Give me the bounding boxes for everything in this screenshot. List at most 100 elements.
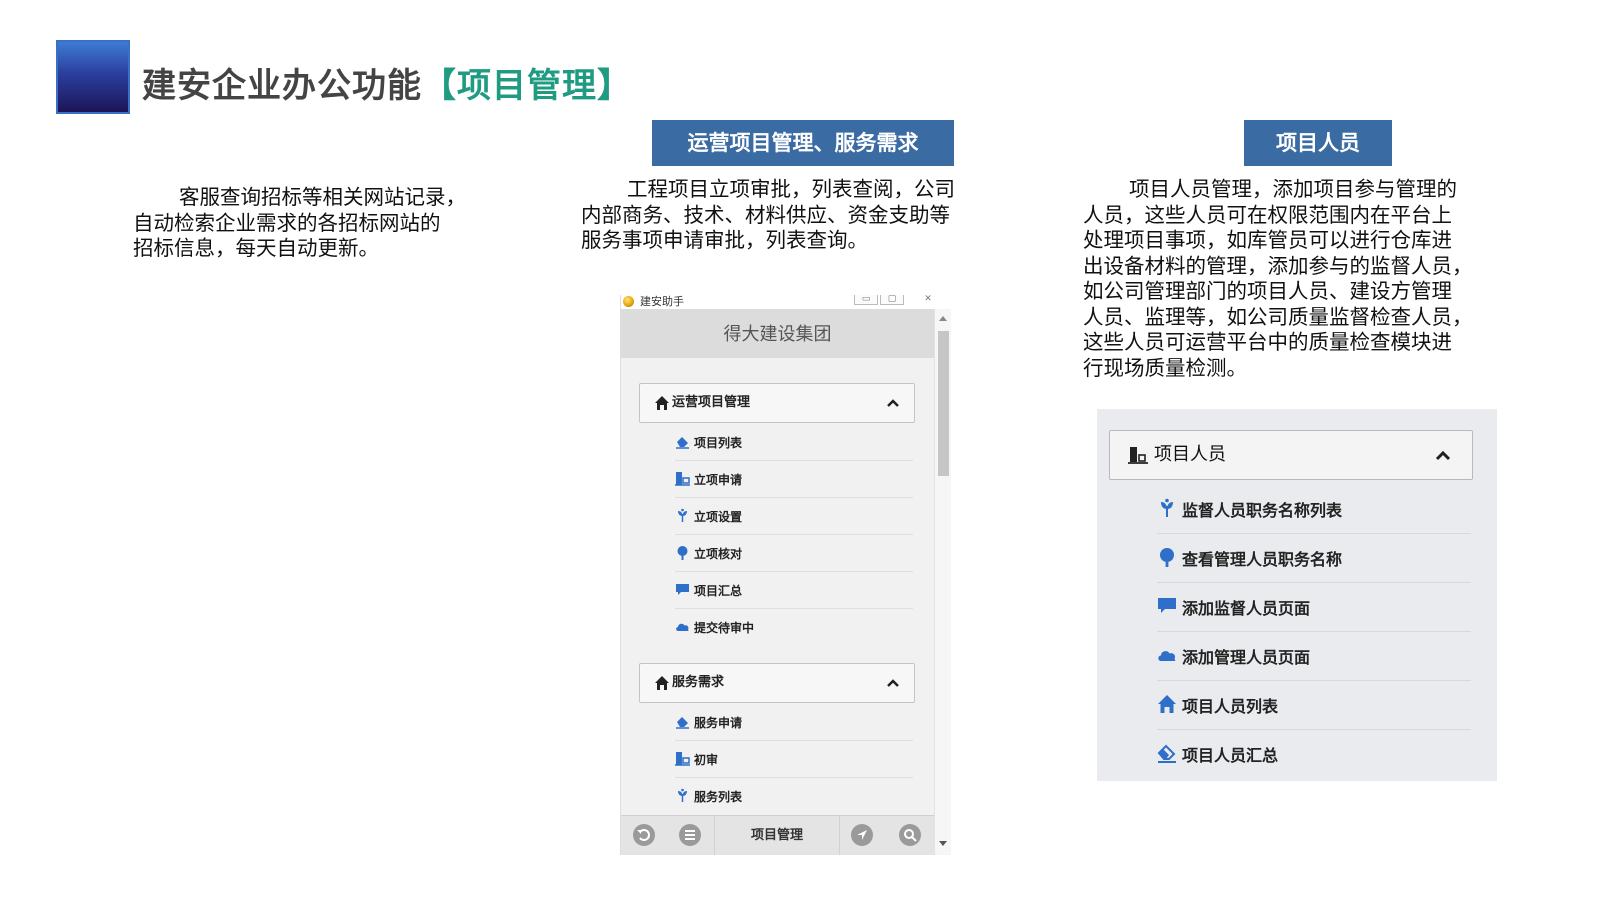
menu-item-project-list[interactable]: 项目列表 [675,424,913,461]
menu-item-label: 项目人员汇总 [1182,746,1279,765]
menu-item-label: 提交待审中 [694,621,755,635]
scroll-down-arrow-icon[interactable] [939,841,947,846]
menu-group-service[interactable]: 服务需求 [639,663,915,703]
chevron-up-icon [887,679,899,687]
home-icon [1158,695,1176,713]
menu-item-label: 立项申请 [694,473,743,487]
toolbar-divider [839,816,840,855]
close-icon[interactable]: ✕ [917,295,939,304]
menu-group-personnel[interactable]: 项目人员 [1109,430,1473,480]
menu-group-label: 服务需求 [672,675,725,690]
slide-title-accent: 【项目管理】 [422,66,632,106]
title-decoration-square [56,40,130,114]
scroll-up-arrow-icon[interactable] [939,316,947,321]
right-text-line: 如公司管理部门的项目人员、建设方管理 [1083,279,1452,303]
right-text-line: 出设备材料的管理，添加参与的监督人员， [1083,253,1473,278]
back-button[interactable] [633,824,655,846]
comment-icon [676,584,689,595]
menu-item-project-summary[interactable]: 项目汇总 [675,572,913,609]
menu-item-add-manager-page[interactable]: 添加管理人员页面 [1157,632,1471,681]
menu-item-project-application[interactable]: 立项申请 [675,461,913,498]
menu-item-personnel-summary[interactable]: 项目人员汇总 [1157,730,1471,778]
left-text-line: 客服查询招标等相关网站记录， [179,185,466,209]
scrollbar-thumb[interactable] [938,331,949,476]
right-description: 项目人员管理，添加项目参与管理的 人员，这些人员可在权限范围内在平台上 处理项目… [1083,177,1473,381]
chevron-up-icon [887,399,899,407]
right-text-line: 这些人员可运营平台中的质量检查模块进 [1083,330,1452,354]
menu-group-label: 项目人员 [1154,444,1226,465]
menu-item-label: 服务申请 [694,716,743,730]
vertical-scrollbar[interactable] [934,309,951,855]
app-header-company: 得大建设集团 [621,309,934,358]
bottom-toolbar: 项目管理 [621,815,934,855]
menu-item-personnel-list[interactable]: 项目人员列表 [1157,681,1471,730]
right-text-line: 行现场质量检测。 [1083,355,1247,380]
eraser-icon [676,437,689,449]
slide-title: 建安企业办公功能【项目管理】 [142,58,632,107]
slide-title-main: 建安企业办公功能 [142,66,422,106]
building-icon [1128,447,1148,464]
app-logo-icon [623,296,634,307]
left-description: 客服查询招标等相关网站记录， 自动检索企业需求的各招标网站的 招标信息，每天自动… [133,185,466,262]
location-arrow-icon [857,830,867,840]
maximize-icon[interactable]: ▢ [880,295,904,305]
eraser-icon [676,717,689,729]
search-icon [904,829,917,842]
eraser-icon [1157,744,1176,763]
menu-item-label: 查看管理人员职务名称 [1182,550,1343,569]
menu-item-first-review[interactable]: 初审 [675,741,913,778]
menu-item-service-list[interactable]: 服务列表 [675,778,913,814]
menu-item-label: 项目列表 [694,436,743,450]
home-icon [655,396,669,410]
tree-icon [1160,548,1174,567]
sprout-icon [1161,498,1173,517]
window-title: 建安助手 [640,295,684,308]
minimize-icon[interactable]: ▭ [854,295,878,305]
left-text-line: 招标信息，每天自动更新。 [133,236,379,260]
chevron-up-icon [1435,450,1451,461]
undo-icon [637,829,650,841]
sprout-icon [678,788,687,802]
toolbar-title: 项目管理 [750,828,803,843]
middle-text-line: 服务事项申请审批，列表查询。 [581,228,868,252]
menu-item-service-application[interactable]: 服务申请 [675,704,913,741]
list-icon [685,830,695,840]
menu-button[interactable] [679,824,701,846]
menu-item-view-manager-titles[interactable]: 查看管理人员职务名称 [1157,534,1471,583]
menu-item-add-supervisor-page[interactable]: 添加监督人员页面 [1157,583,1471,632]
navigate-button[interactable] [851,824,873,846]
personnel-menu-panel: 项目人员 监督人员职务名称列表 查看管理人员职务名称 添加监督人员页面 添加管理… [1097,409,1497,781]
home-icon [655,676,669,690]
cloud-icon [1158,651,1176,661]
middle-text-line: 工程项目立项审批，列表查阅，公司 [627,177,955,201]
menu-item-pending-review[interactable]: 提交待审中 [675,609,913,645]
right-text-line: 人员，这些人员可在权限范围内在平台上 [1083,202,1452,227]
menu-item-label: 项目汇总 [694,584,743,598]
middle-text-line: 内部商务、技术、材料供应、资金支助等 [581,202,950,227]
menu-item-label: 监督人员职务名称列表 [1182,501,1343,520]
menu-group-operations[interactable]: 运营项目管理 [639,383,915,423]
toolbar-divider [714,816,715,855]
middle-description: 工程项目立项审批，列表查阅，公司 内部商务、技术、材料供应、资金支助等 服务事项… [581,177,955,254]
menu-item-label: 添加管理人员页面 [1182,648,1311,667]
building-icon [675,472,690,486]
menu-item-label: 项目人员列表 [1182,697,1279,716]
menu-group-label: 运营项目管理 [672,395,751,410]
section-badge-operations: 运营项目管理、服务需求 [652,120,954,166]
right-text-line: 处理项目事项，如库管员可以进行仓库进 [1083,228,1452,252]
right-text-line: 项目人员管理，添加项目参与管理的 [1129,177,1457,201]
section-badge-personnel: 项目人员 [1244,120,1392,166]
menu-item-project-check[interactable]: 立项核对 [675,535,913,572]
menu-item-label: 初审 [694,753,719,767]
menu-item-label: 添加监督人员页面 [1182,599,1311,618]
search-button[interactable] [899,824,921,846]
building-icon [675,752,690,766]
mobile-app-window: 建安助手 ▭ ▢ ✕ 得大建设集团 运营项目管理 项目列表 立项申请 立项设置 … [620,295,951,855]
menu-item-label: 服务列表 [694,790,743,804]
cloud-icon [676,623,689,631]
left-text-line: 自动检索企业需求的各招标网站的 [133,210,441,235]
window-titlebar: 建安助手 ▭ ▢ ✕ [621,295,951,309]
sprout-icon [678,508,687,522]
menu-item-supervisor-titles[interactable]: 监督人员职务名称列表 [1157,485,1471,534]
menu-item-project-settings[interactable]: 立项设置 [675,498,913,535]
